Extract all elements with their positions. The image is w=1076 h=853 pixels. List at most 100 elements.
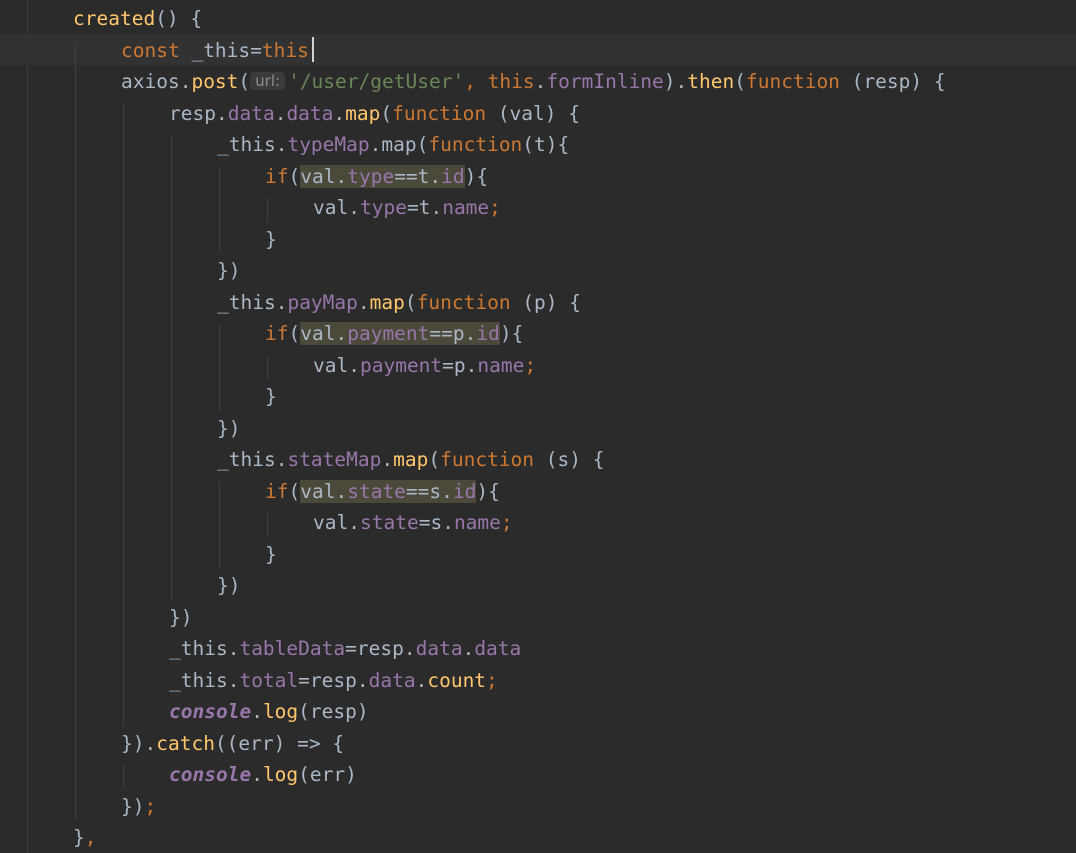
code-line[interactable]: val.payment=p.name; (313, 350, 536, 381)
code-line[interactable]: val.state=s.name; (313, 507, 513, 538)
code-token: '/user/getUser' (288, 70, 465, 93)
code-token: ; (524, 353, 537, 377)
code-line[interactable]: _this.total=resp.data.count; (169, 665, 498, 696)
indent-guide (219, 324, 220, 411)
code-token: if (265, 479, 289, 503)
code-token: function (428, 133, 523, 156)
code-token: = (345, 637, 357, 660)
code-token: } (265, 227, 277, 251)
code-line[interactable]: }) (217, 255, 240, 286)
code-token: t (417, 164, 430, 188)
code-token: resp (356, 637, 404, 660)
code-line[interactable]: } (265, 381, 277, 412)
code-token: if (265, 322, 289, 345)
code-token: formInline (546, 70, 664, 93)
code-token: = (406, 196, 419, 219)
code-token: _this (217, 133, 276, 156)
code-token: s (430, 511, 443, 534)
code-token: ; (489, 196, 501, 219)
code-token: _this (169, 637, 228, 660)
code-token: p (453, 353, 466, 377)
code-token: }) (217, 259, 241, 282)
code-token: stateMap (287, 448, 382, 471)
code-line[interactable]: _this.payMap.map(function (p) { (217, 287, 581, 318)
code-token: post (191, 70, 239, 93)
indent-guide (219, 481, 220, 568)
code-token: val (313, 353, 349, 377)
code-token: ; (500, 511, 513, 534)
code-line[interactable]: } (265, 224, 277, 255)
code-token: type (359, 196, 407, 219)
code-token: (s) { (545, 448, 605, 471)
code-token: function (392, 101, 498, 125)
code-token: . (227, 637, 240, 660)
code-token: if (265, 164, 289, 188)
parameter-hint: url: (250, 72, 286, 90)
code-editor[interactable]: created() {const _this=this axios.post(ur… (0, 0, 1076, 853)
code-token: . (275, 290, 288, 314)
code-token: . (534, 70, 547, 93)
code-token: val (300, 322, 336, 345)
code-token: map (345, 101, 381, 125)
code-token: , (84, 826, 97, 849)
code-line[interactable]: }).catch((err) => { (121, 728, 344, 759)
code-line[interactable]: }) (217, 413, 240, 444)
code-token: ( (734, 70, 746, 93)
code-line[interactable]: val.type=t.name; (313, 192, 501, 223)
code-token: console (169, 763, 252, 786)
code-token: ( (288, 164, 301, 188)
code-token: ; (144, 794, 157, 818)
code-line[interactable]: console.log(err) (169, 759, 357, 790)
code-token: s (429, 479, 442, 503)
code-token: (resp) (298, 700, 369, 723)
code-token: . (441, 479, 453, 503)
code-token: val (300, 164, 336, 188)
code-token: console (169, 700, 252, 723)
code-line[interactable]: axios.post(url: '/user/getUser', this.for… (121, 66, 946, 97)
code-token: }). (121, 731, 157, 755)
code-token: data (474, 637, 522, 660)
code-line[interactable]: _this.typeMap.map(function(t){ (217, 129, 569, 160)
code-line[interactable]: resp.data.data.map(function (val) { (169, 98, 580, 129)
code-line[interactable]: } (265, 539, 277, 570)
code-line[interactable]: _this.stateMap.map(function (s) { (217, 444, 604, 475)
code-line[interactable]: _this.tableData=resp.data.data (169, 633, 521, 664)
code-line[interactable]: }, (73, 822, 97, 853)
code-token: . (403, 637, 416, 660)
code-token: name (477, 353, 525, 377)
code-line[interactable]: if(val.state==s.id){ (265, 476, 500, 507)
code-token: _this (169, 668, 228, 692)
code-token: (val) { (497, 101, 580, 125)
indent-guide (123, 765, 124, 789)
code-token: ( (238, 70, 251, 93)
code-line[interactable]: }) (217, 570, 240, 601)
code-token: . (348, 196, 360, 219)
code-token: ( (416, 133, 429, 156)
code-token: . (275, 133, 288, 156)
code-token: . (251, 700, 263, 723)
code-token: type (347, 164, 395, 188)
code-token: . (369, 133, 382, 156)
code-token: data (286, 101, 334, 125)
code-line[interactable]: console.log(resp) (169, 696, 369, 727)
code-line[interactable]: }); (121, 791, 156, 822)
code-token: } (73, 826, 85, 849)
code-token: . (348, 511, 360, 534)
code-token: ){ (499, 322, 524, 345)
code-token: map (393, 448, 429, 471)
code-token: (p) { (522, 290, 582, 314)
code-token: . (335, 164, 348, 188)
code-token: . (381, 448, 394, 471)
code-line[interactable]: created() { (73, 3, 202, 34)
code-token: const (121, 38, 192, 62)
code-token: . (464, 322, 477, 345)
code-token: ; (486, 668, 498, 692)
code-token: . (348, 353, 360, 377)
code-line[interactable]: const _this=this (121, 35, 309, 66)
code-token: () { (155, 7, 203, 30)
code-line[interactable]: if(val.type==t.id){ (265, 161, 488, 192)
code-line[interactable]: if(val.payment==p.id){ (265, 318, 523, 349)
code-token: _this (217, 290, 276, 314)
code-token: . (442, 511, 454, 534)
code-line[interactable]: }) (169, 602, 192, 633)
